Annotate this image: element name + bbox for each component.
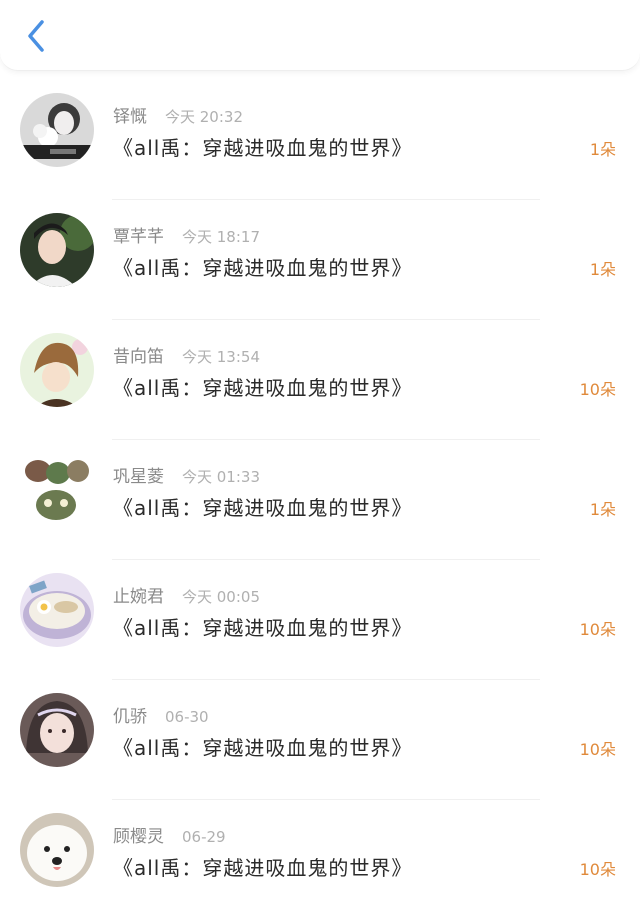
timestamp: 今天 00:05: [182, 588, 260, 606]
user-name: 铎慨: [113, 107, 147, 127]
chevron-left-icon: [28, 20, 44, 52]
list-item[interactable]: 覃芊芊 今天 18:17 《all禹：穿越进吸血鬼的世界》 1朵: [0, 200, 640, 320]
user-name: 仉骄: [113, 707, 147, 727]
timestamp: 今天 18:17: [182, 228, 260, 246]
timestamp: 06-29: [182, 828, 226, 846]
avatar[interactable]: [20, 93, 94, 167]
back-button[interactable]: [18, 16, 54, 56]
user-name: 顾樱灵: [113, 827, 164, 847]
gift-count: 10朵: [579, 740, 616, 759]
book-title: 《all禹：穿越进吸血鬼的世界》: [113, 136, 413, 160]
book-title: 《all禹：穿越进吸血鬼的世界》: [113, 496, 413, 520]
gift-count: 1朵: [589, 260, 616, 279]
list-item[interactable]: 巩星菱 今天 01:33 《all禹：穿越进吸血鬼的世界》 1朵: [0, 440, 640, 560]
user-name: 止婉君: [113, 587, 164, 607]
avatar[interactable]: [20, 573, 94, 647]
list-item[interactable]: 铎慨 今天 20:32 《all禹：穿越进吸血鬼的世界》 1朵: [0, 80, 640, 200]
avatar[interactable]: [20, 813, 94, 887]
timestamp: 今天 20:32: [165, 108, 243, 126]
user-name: 覃芊芊: [113, 227, 164, 247]
timestamp: 今天 01:33: [182, 468, 260, 486]
avatar[interactable]: [20, 693, 94, 767]
avatar[interactable]: [20, 453, 94, 527]
list-item[interactable]: 顾樱灵 06-29 《all禹：穿越进吸血鬼的世界》 10朵: [0, 800, 640, 913]
user-name: 巩星菱: [113, 467, 164, 487]
book-title: 《all禹：穿越进吸血鬼的世界》: [113, 256, 413, 280]
avatar[interactable]: [20, 213, 94, 287]
user-name: 昔向笛: [113, 347, 164, 367]
book-title: 《all禹：穿越进吸血鬼的世界》: [113, 616, 413, 640]
gift-count: 10朵: [579, 860, 616, 879]
timestamp: 今天 13:54: [182, 348, 260, 366]
book-title: 《all禹：穿越进吸血鬼的世界》: [113, 376, 413, 400]
gift-list-page: 铎慨 今天 20:32 《all禹：穿越进吸血鬼的世界》 1朵 覃芊芊 今天 1: [0, 0, 640, 913]
avatar[interactable]: [20, 333, 94, 407]
list-item[interactable]: 仉骄 06-30 《all禹：穿越进吸血鬼的世界》 10朵: [0, 680, 640, 800]
top-bar: [0, 0, 640, 71]
book-title: 《all禹：穿越进吸血鬼的世界》: [113, 856, 413, 880]
gift-list: 铎慨 今天 20:32 《all禹：穿越进吸血鬼的世界》 1朵 覃芊芊 今天 1: [0, 80, 640, 913]
gift-count: 10朵: [579, 620, 616, 639]
gift-count: 10朵: [579, 380, 616, 399]
list-item[interactable]: 昔向笛 今天 13:54 《all禹：穿越进吸血鬼的世界》 10朵: [0, 320, 640, 440]
gift-count: 1朵: [589, 140, 616, 159]
book-title: 《all禹：穿越进吸血鬼的世界》: [113, 736, 413, 760]
timestamp: 06-30: [165, 708, 209, 726]
gift-count: 1朵: [589, 500, 616, 519]
list-item[interactable]: 止婉君 今天 00:05 《all禹：穿越进吸血鬼的世界》 10朵: [0, 560, 640, 680]
